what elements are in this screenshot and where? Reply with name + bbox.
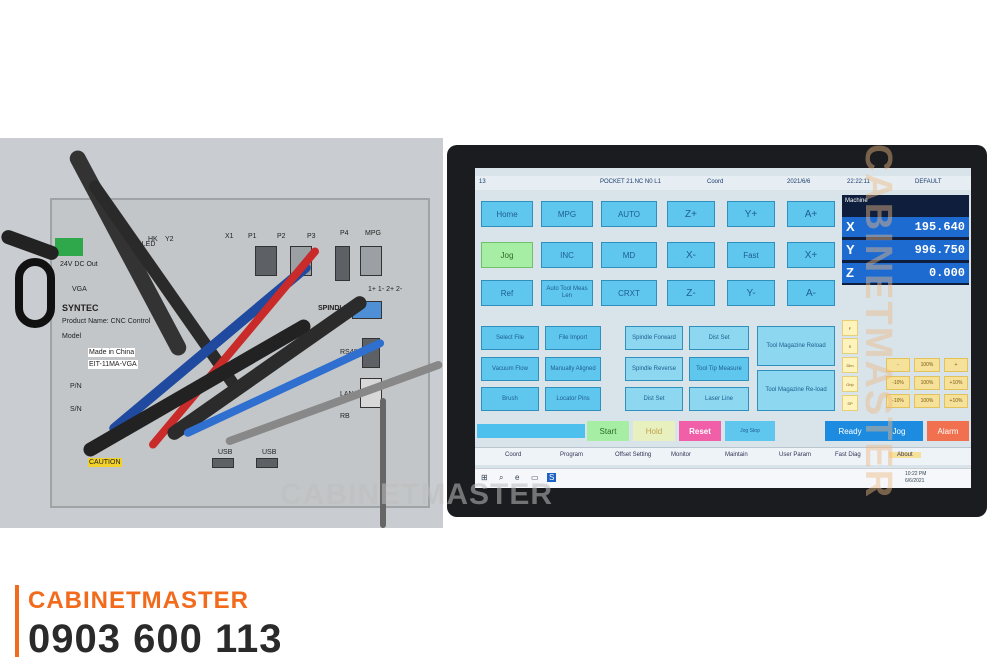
coord-mode: Coord bbox=[707, 179, 724, 185]
select-file-button[interactable]: Select File bbox=[481, 326, 539, 350]
a-plus-button[interactable]: A+ bbox=[787, 201, 835, 227]
x-minus-button[interactable]: X- bbox=[667, 242, 715, 268]
footer-brand: CABINETMASTER bbox=[28, 587, 249, 614]
brush-button[interactable]: Brush bbox=[481, 387, 539, 411]
hold-button[interactable]: Hold bbox=[633, 421, 675, 441]
usb1-label: USB bbox=[218, 449, 233, 456]
made-in-label: Made in China bbox=[88, 348, 136, 357]
profile-display: DEFAULT bbox=[915, 179, 942, 185]
menu-monitor[interactable]: Monitor bbox=[671, 452, 691, 458]
port-p1: P1 bbox=[248, 233, 257, 240]
port-p2: P2 bbox=[277, 233, 286, 240]
usb2-label: USB bbox=[262, 449, 277, 456]
axis-label: Z bbox=[846, 265, 854, 280]
cable bbox=[15, 258, 55, 328]
reset-button[interactable]: Reset bbox=[679, 421, 721, 441]
jog-stop-button[interactable]: Jog Stop bbox=[725, 421, 775, 441]
md-button[interactable]: MD bbox=[601, 242, 657, 268]
z-plus-button[interactable]: Z+ bbox=[667, 201, 715, 227]
override-100b[interactable]: 100% bbox=[914, 376, 940, 390]
sub-ports-label: 1+ 1- 2+ 2- bbox=[368, 286, 403, 293]
auto-button[interactable]: AUTO bbox=[601, 201, 657, 227]
model-value: EIT-11MA-VGA bbox=[88, 360, 138, 369]
override-100c[interactable]: 100% bbox=[914, 394, 940, 408]
watermark-text: CABINETMASTER bbox=[280, 478, 553, 511]
vga-label: VGA bbox=[72, 286, 87, 293]
model-label: Model bbox=[62, 333, 82, 340]
axis-label: X bbox=[846, 219, 855, 234]
power-spec-label: 24V DC Out bbox=[60, 261, 98, 268]
y-plus-button[interactable]: Y+ bbox=[727, 201, 775, 227]
axis-label: Y bbox=[846, 242, 855, 257]
a-minus-button[interactable]: A- bbox=[787, 280, 835, 306]
port-p3: P3 bbox=[307, 233, 316, 240]
mpg-button[interactable]: MPG bbox=[541, 201, 593, 227]
dist-set-button[interactable]: Dist Set bbox=[625, 387, 683, 411]
inc-button[interactable]: INC bbox=[541, 242, 593, 268]
port-mpg: MPG bbox=[365, 230, 381, 237]
fast-button[interactable]: Fast bbox=[727, 242, 775, 268]
jog-button[interactable]: Jog bbox=[481, 242, 533, 268]
usb2-connector bbox=[256, 458, 278, 468]
override-100[interactable]: 100% bbox=[914, 358, 940, 372]
z-minus-button[interactable]: Z- bbox=[667, 280, 715, 306]
port-hk: HK bbox=[148, 236, 158, 243]
y-minus-button[interactable]: Y- bbox=[727, 280, 775, 306]
port-x1: X1 bbox=[225, 233, 234, 240]
program-name: POCKET 21.NC N0 L1 bbox=[600, 179, 661, 185]
menu-offset-setting[interactable]: Offset Setting bbox=[615, 452, 651, 458]
menu-coord[interactable]: Coord bbox=[505, 452, 521, 458]
locator-pins-button[interactable]: Locator Pins bbox=[545, 387, 601, 411]
start-button[interactable]: Start bbox=[587, 421, 629, 441]
taskbar-time: 10:22 PM bbox=[905, 471, 927, 477]
progress-bar bbox=[477, 424, 585, 438]
auto-tool-measure-button[interactable]: Auto Tool Meas Len bbox=[541, 280, 593, 306]
home-button[interactable]: Home bbox=[481, 201, 533, 227]
footer-phone: 0903 600 113 bbox=[28, 617, 283, 661]
manually-aligned-button[interactable]: Manually Aligned bbox=[545, 357, 601, 381]
usb1-connector bbox=[212, 458, 234, 468]
tool-magazine-reload-button[interactable]: Tool Magazine Re-load bbox=[757, 370, 835, 411]
menu-program[interactable]: Program bbox=[560, 452, 583, 458]
port-p4: P4 bbox=[340, 230, 349, 237]
tool-tip-measure-button[interactable]: Tool Tip Measure bbox=[689, 357, 749, 381]
file-import-button[interactable]: File Import bbox=[545, 326, 601, 350]
rb-label: RB bbox=[340, 413, 350, 420]
menu-maintain[interactable]: Maintain bbox=[725, 452, 748, 458]
sn-label: S/N bbox=[70, 406, 82, 413]
power-connector bbox=[55, 238, 83, 256]
product-name: Product Name: CNC Control bbox=[62, 318, 151, 325]
syntec-brand: SYNTEC bbox=[62, 303, 99, 313]
footer-accent-bar bbox=[15, 585, 19, 657]
port-p4-connector bbox=[335, 246, 350, 281]
port-mpg-connector bbox=[360, 246, 382, 276]
ref-button[interactable]: Ref bbox=[481, 280, 533, 306]
date-display: 2021/6/6 bbox=[787, 179, 811, 185]
caution-label: CAUTION bbox=[88, 458, 122, 467]
vacuum-flow-button[interactable]: Vacuum Flow bbox=[481, 357, 539, 381]
tool-magazine-button[interactable]: Tool Magazine Reload bbox=[757, 326, 835, 366]
taskbar-date: 6/6/2021 bbox=[905, 478, 925, 484]
side-watermark-text: CABINETMASTER bbox=[857, 143, 900, 500]
spindle-reverse-button[interactable]: Spindle Reverse bbox=[625, 357, 683, 381]
port-y2: Y2 bbox=[165, 236, 174, 243]
spindle-forward-button[interactable]: Spindle Forward bbox=[625, 326, 683, 350]
menu-user-param[interactable]: User Param bbox=[779, 452, 811, 458]
side-watermark: CABINETMASTER bbox=[857, 40, 990, 600]
title-left: 13 bbox=[479, 179, 486, 185]
laser-line-button[interactable]: Laser Line bbox=[689, 387, 749, 411]
controller-photo: Power LED 24V DC Out VGA SYNTEC Product … bbox=[0, 138, 443, 528]
pn-label: P/N bbox=[70, 383, 82, 390]
x-plus-button[interactable]: X+ bbox=[787, 242, 835, 268]
dist-set-2-button[interactable]: Dist Set bbox=[689, 326, 749, 350]
crxt-button[interactable]: CRXT bbox=[601, 280, 657, 306]
port-p1-connector bbox=[255, 246, 277, 276]
